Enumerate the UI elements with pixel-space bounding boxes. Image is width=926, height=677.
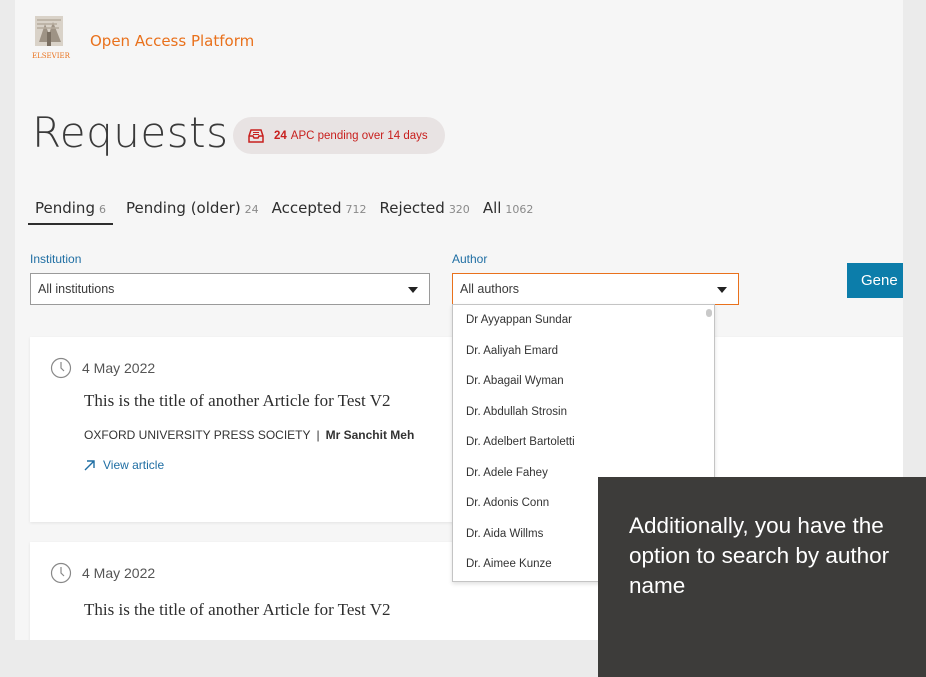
view-article-link[interactable]: View article	[84, 458, 164, 472]
card-date: 4 May 2022	[50, 562, 155, 584]
page-title: Requests	[32, 108, 229, 157]
tab-count: 712	[345, 203, 367, 216]
author-value: All authors	[460, 282, 520, 296]
inbox-alert-icon	[248, 128, 264, 143]
logo-text: ELSEVIER	[32, 52, 71, 60]
tab-rejected[interactable]: Rejected 320	[380, 199, 470, 223]
tab-count: 320	[448, 203, 470, 216]
tab-label: All	[482, 199, 502, 217]
status-tabs: Pending 6 Pending (older) 24 Accepted 712 R…	[28, 199, 546, 225]
institution-value: All institutions	[38, 282, 115, 296]
tab-accepted[interactable]: Accepted 712	[272, 199, 367, 223]
author-select[interactable]: All authors	[452, 273, 739, 305]
clock-icon	[50, 562, 72, 584]
author-option[interactable]: Dr Ayyappan Sundar	[453, 305, 714, 336]
apc-count: 24	[274, 129, 287, 142]
help-tooltip: Additionally, you have the option to sea…	[598, 477, 926, 677]
author-option[interactable]: Dr. Abagail Wyman	[453, 366, 714, 397]
tab-all[interactable]: All 1062	[483, 199, 534, 223]
tab-label: Accepted	[271, 199, 342, 217]
publisher-name: OXFORD UNIVERSITY PRESS SOCIETY	[84, 428, 311, 442]
generate-button[interactable]: Gene	[847, 263, 903, 298]
card-date: 4 May 2022	[50, 357, 155, 379]
card-date-text: 4 May 2022	[82, 565, 156, 581]
tab-count: 24	[244, 203, 259, 216]
author-option[interactable]: Dr. Abdullah Strosin	[453, 397, 714, 428]
card-date-text: 4 May 2022	[82, 360, 156, 376]
article-meta: OXFORD UNIVERSITY PRESS SOCIETY | Mr Sanch…	[84, 428, 415, 442]
chevron-down-icon	[717, 287, 727, 293]
apc-text: APC pending over 14 days	[290, 129, 428, 142]
author-name: Mr Sanchit Meh	[325, 428, 415, 442]
tab-count: 1062	[505, 203, 534, 216]
apc-pending-badge[interactable]: 24 APC pending over 14 days	[233, 117, 445, 154]
tab-label: Pending (older)	[125, 199, 241, 217]
institution-select[interactable]: All institutions	[30, 273, 430, 305]
author-option[interactable]: Dr. Aaliyah Emard	[453, 336, 714, 367]
tab-pending-older[interactable]: Pending (older) 24	[126, 199, 259, 223]
tab-label: Pending	[35, 199, 95, 217]
article-title: This is the title of another Article for…	[84, 600, 391, 619]
article-title: This is the title of another Article for…	[84, 391, 391, 410]
elsevier-logo[interactable]: ELSEVIER	[31, 14, 73, 60]
clock-icon	[50, 357, 72, 379]
arrow-up-right-icon	[84, 459, 95, 470]
author-option[interactable]: Dr. Adelbert Bartoletti	[453, 427, 714, 458]
view-article-label: View article	[103, 458, 165, 472]
brand-name[interactable]: Open Access Platform	[90, 32, 254, 50]
tab-pending[interactable]: Pending 6	[28, 199, 113, 225]
tab-count: 6	[98, 203, 106, 216]
dropdown-scrollbar[interactable]	[706, 309, 712, 317]
author-label: Author	[452, 252, 488, 266]
tab-label: Rejected	[379, 199, 445, 217]
chevron-down-icon	[408, 287, 418, 293]
institution-label: Institution	[30, 252, 82, 266]
